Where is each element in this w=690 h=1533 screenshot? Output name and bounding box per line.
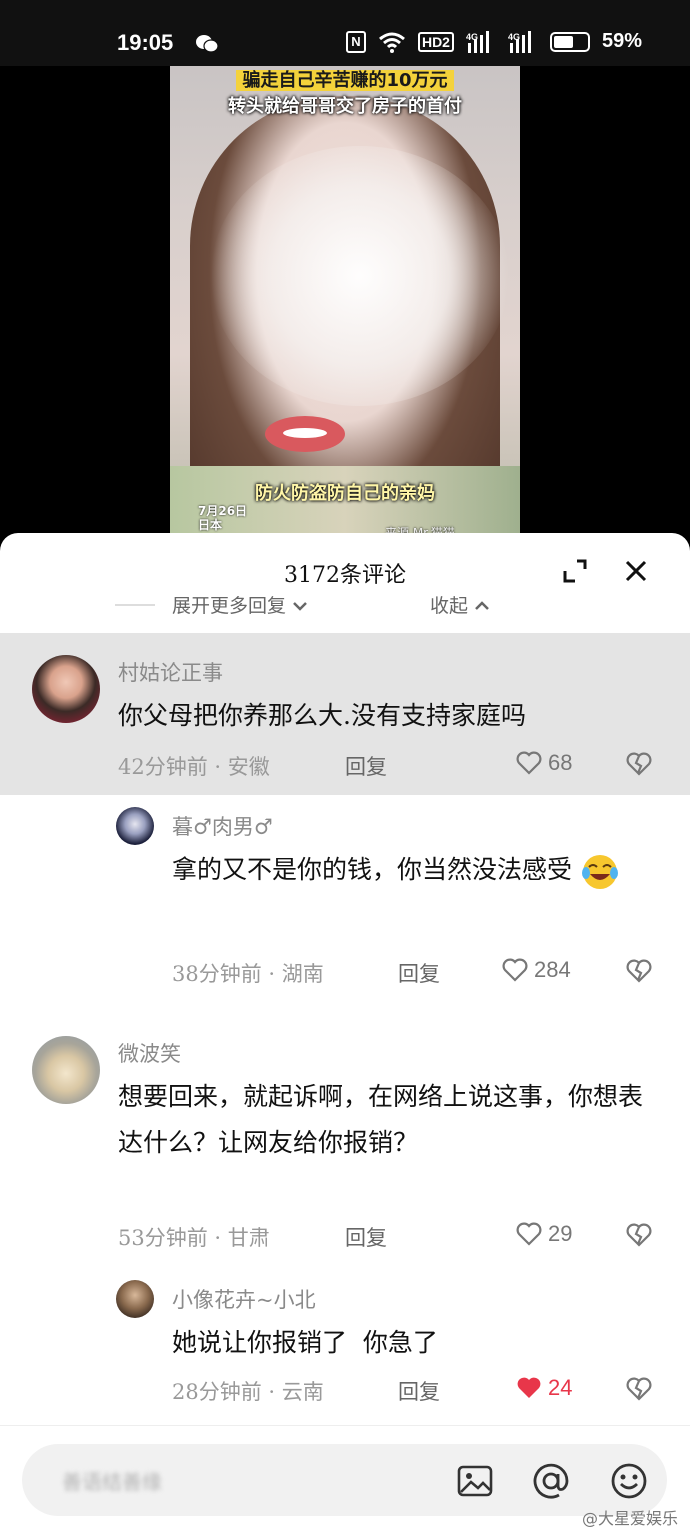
avatar[interactable] [116, 1280, 154, 1318]
watermark: @大星爱娱乐 [581, 1509, 678, 1528]
close-icon[interactable] [624, 559, 648, 583]
emoji-icon[interactable] [610, 1462, 648, 1500]
reply-button[interactable]: 回复 [345, 1222, 387, 1252]
reply-button[interactable]: 回复 [398, 1376, 440, 1406]
comment-input-placeholder: 善语结善缘 [62, 1470, 162, 1494]
video-caption-top: 骗走自己辛苦赚的10万元 [170, 66, 520, 92]
dislike-icon[interactable] [626, 1222, 652, 1248]
wifi-icon [378, 32, 405, 53]
image-icon[interactable] [456, 1462, 494, 1500]
reply-item[interactable]: 暮♂肉男♂ 拿的又不是你的钱，你当然没法感受 38分钟前 · 湖南 回复 284 [0, 803, 690, 998]
status-time: 19:05 [117, 30, 174, 55]
video-caption-second: 转头就给哥哥交了房子的首付 [228, 96, 462, 117]
dislike-icon[interactable] [626, 751, 652, 777]
fullscreen-icon[interactable] [563, 559, 587, 583]
avatar[interactable] [32, 655, 100, 723]
divider [115, 604, 155, 606]
comment-text: 拿的又不是你的钱，你当然没法感受 [172, 847, 662, 893]
reply-button[interactable]: 回复 [345, 751, 387, 781]
battery-icon [549, 31, 590, 52]
reply-button[interactable]: 回复 [398, 958, 440, 988]
comment-author[interactable]: 小像花卉~小北 [172, 1284, 316, 1314]
comment-text: 她说让你报销了 你急了 [172, 1328, 438, 1357]
comment-text: 想要回来，就起诉啊，在网络上说这事，你想表达什么？让网友给你报销？ [118, 1082, 644, 1157]
dislike-icon[interactable] [626, 1376, 652, 1402]
hd-icon: HD2 [417, 31, 454, 52]
collapse-button[interactable]: 收起 [430, 591, 490, 618]
face-blur-overlay [210, 146, 510, 406]
chevron-down-icon [293, 602, 307, 611]
expand-replies-button[interactable]: 展开更多回复 [172, 591, 308, 618]
at-mention-icon[interactable] [532, 1462, 570, 1500]
heart-icon [516, 751, 542, 775]
video-frame: 骗走自己辛苦赚的10万元 转头就给哥哥交了房子的首付 防火防盗防自己的亲妈 7月… [170, 66, 520, 546]
comments-panel: 3172条评论 展开更多回复 收起 村姑论正事 你父母把你养那么大.没有支持家庭… [0, 533, 690, 1533]
like-button[interactable]: 68 [516, 750, 572, 776]
like-button[interactable]: 284 [502, 957, 571, 983]
status-bar: 19:05 N HD2 4G 4G 59% [0, 0, 690, 66]
comment-input[interactable]: 善语结善缘 [22, 1444, 667, 1516]
like-button[interactable]: 24 [516, 1375, 572, 1401]
like-count: 284 [534, 957, 571, 982]
heart-icon [516, 1222, 542, 1246]
laughing-crying-emoji-icon [581, 854, 618, 889]
comment-text: 你父母把你养那么大.没有支持家庭吗 [118, 701, 526, 730]
video-caption-bottom: 防火防盗防自己的亲妈 [255, 483, 435, 504]
video-date: 7月26日 日本 [198, 504, 248, 532]
heart-icon [502, 958, 528, 982]
like-count: 29 [548, 1221, 573, 1246]
like-count: 68 [548, 750, 573, 775]
comment-meta: 38分钟前 · 湖南 [172, 962, 324, 986]
dislike-icon[interactable] [626, 958, 652, 984]
heart-filled-icon [517, 1377, 541, 1398]
avatar[interactable] [32, 1036, 100, 1104]
avatar[interactable] [116, 807, 154, 845]
battery-percent: 59% [601, 30, 642, 52]
comment-author[interactable]: 暮♂肉男♂ [172, 811, 273, 841]
comment-meta: 53分钟前 · 甘肃 [118, 1226, 270, 1250]
comment-author[interactable]: 微波笑 [118, 1038, 181, 1068]
video-lips [265, 416, 345, 452]
comment-author[interactable]: 村姑论正事 [118, 657, 223, 687]
wechat-icon [196, 35, 219, 53]
comment-item[interactable]: 村姑论正事 你父母把你养那么大.没有支持家庭吗 42分钟前 · 安徽 回复 68 [0, 633, 690, 795]
battery-fill [553, 35, 573, 48]
reply-controls: 展开更多回复 收起 [0, 591, 690, 621]
comment-meta: 42分钟前 · 安徽 [118, 755, 270, 779]
signal-icon-2: 4G [508, 30, 531, 53]
like-count: 24 [548, 1375, 573, 1400]
nfc-icon: N [345, 30, 366, 53]
status-icons: N HD2 4G 4G 59% [345, 30, 642, 53]
reply-item[interactable]: 小像花卉~小北 她说让你报销了 你急了 28分钟前 · 云南 回复 24 [0, 1276, 690, 1416]
chevron-up-icon [475, 601, 489, 610]
comment-item[interactable]: 微波笑 想要回来，就起诉啊，在网络上说这事，你想表达什么？让网友给你报销？ 53… [0, 1028, 690, 1268]
like-button[interactable]: 29 [516, 1221, 572, 1247]
video-player[interactable]: 骗走自己辛苦赚的10万元 转头就给哥哥交了房子的首付 防火防盗防自己的亲妈 7月… [0, 66, 690, 546]
comment-meta: 28分钟前 · 云南 [172, 1380, 324, 1404]
signal-icon-1: 4G [466, 30, 489, 53]
